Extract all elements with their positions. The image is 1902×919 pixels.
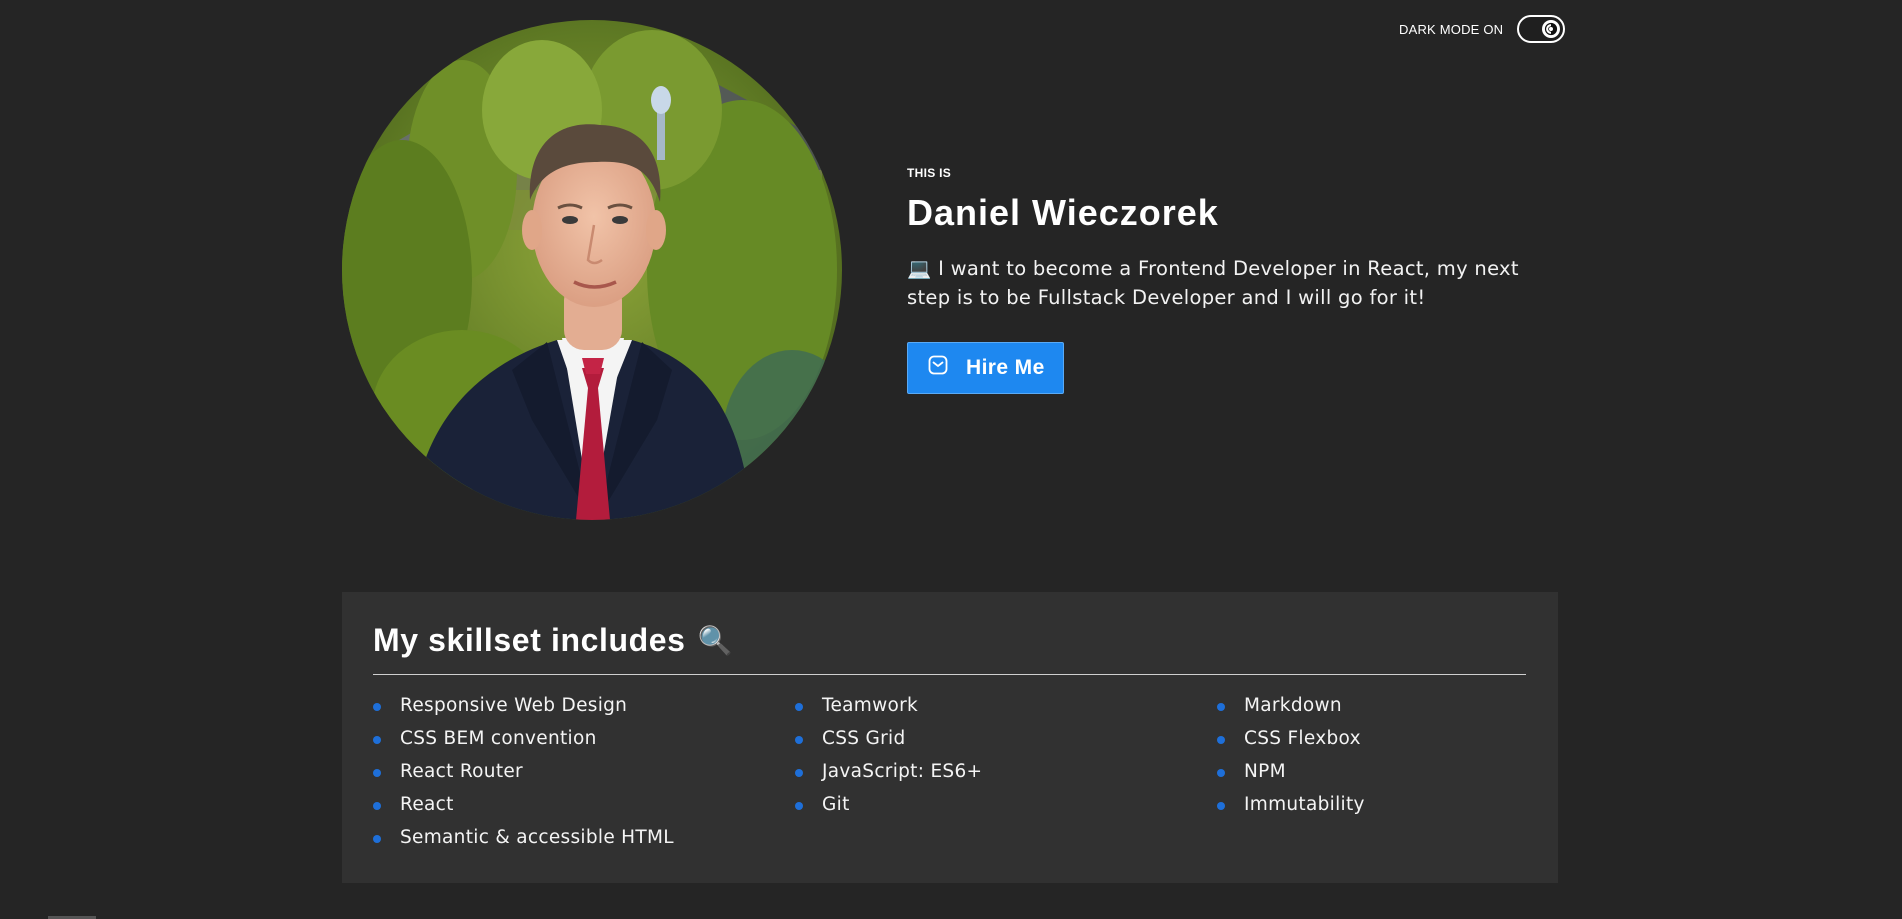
bullet-icon — [373, 835, 381, 843]
theme-toggle-label: DARK MODE ON — [1399, 21, 1504, 37]
bullet-icon — [373, 736, 381, 744]
hire-me-button[interactable]: Hire Me — [907, 342, 1064, 394]
skills-title-text: My skillset includes — [373, 621, 686, 658]
skill-label: CSS BEM convention — [400, 728, 597, 749]
skill-item: React Router — [373, 755, 795, 788]
skills-list: Responsive Web Design CSS BEM convention R… — [373, 689, 1527, 854]
skill-item: React — [373, 788, 795, 821]
profile-photo — [342, 20, 842, 520]
skills-divider — [373, 674, 1526, 675]
skill-item: NPM — [1217, 755, 1526, 788]
skill-label: NPM — [1244, 761, 1286, 782]
magnifier-emoji-icon: 🔍 — [697, 624, 734, 656]
bullet-icon — [373, 769, 381, 777]
bullet-icon — [1217, 769, 1225, 777]
skill-label: Teamwork — [822, 695, 919, 716]
skill-item: Semantic & accessible HTML — [373, 821, 795, 854]
hero-intro: THIS IS Daniel Wieczorek 💻 I want to bec… — [907, 166, 1547, 394]
page: DARK MODE ON THIS IS Daniel Wieczorek 💻 … — [0, 0, 1902, 919]
skills-title: My skillset includes 🔍 — [373, 620, 1527, 660]
bullet-icon — [1217, 802, 1225, 810]
skill-label: CSS Flexbox — [1244, 728, 1361, 749]
skill-label: CSS Grid — [822, 728, 906, 749]
bullet-icon — [795, 736, 803, 744]
skill-label: React — [400, 794, 454, 815]
skill-item: Responsive Web Design — [373, 689, 795, 722]
hero-description: 💻 I want to become a Frontend Developer … — [907, 254, 1547, 312]
skill-item: CSS Grid — [795, 722, 1217, 755]
theme-toggle: DARK MODE ON — [1399, 15, 1566, 43]
skill-label: Markdown — [1244, 695, 1342, 716]
skill-item: Git — [795, 788, 1217, 821]
skill-item: Teamwork — [795, 689, 1217, 722]
skill-item: JavaScript: ES6+ — [795, 755, 1217, 788]
skill-label: Semantic & accessible HTML — [400, 827, 674, 848]
skill-item: CSS BEM convention — [373, 722, 795, 755]
skill-label: JavaScript: ES6+ — [822, 761, 983, 782]
hero-name: Daniel Wieczorek — [907, 192, 1219, 233]
bullet-icon — [795, 802, 803, 810]
skill-label: React Router — [400, 761, 523, 782]
bullet-icon — [1217, 736, 1225, 744]
hero-kicker: THIS IS — [907, 166, 952, 180]
bullet-icon — [373, 802, 381, 810]
hero-description-text: I want to become a Frontend Developer in… — [907, 257, 1519, 309]
mail-icon — [928, 355, 948, 381]
skill-label: Git — [822, 794, 850, 815]
laptop-emoji-icon: 💻 — [907, 257, 932, 280]
skill-item: Immutability — [1217, 788, 1526, 821]
skill-label: Immutability — [1244, 794, 1365, 815]
skills-section: My skillset includes 🔍 Responsive Web De… — [342, 592, 1558, 883]
brightness-icon — [1542, 20, 1561, 38]
bullet-icon — [795, 703, 803, 711]
dark-mode-switch[interactable] — [1517, 15, 1566, 43]
bullet-icon — [795, 769, 803, 777]
skill-label: Responsive Web Design — [400, 695, 628, 716]
skill-item: CSS Flexbox — [1217, 722, 1526, 755]
skill-item: Markdown — [1217, 689, 1526, 722]
bullet-icon — [373, 703, 381, 711]
hire-me-label: Hire Me — [966, 356, 1045, 379]
bullet-icon — [1217, 703, 1225, 711]
